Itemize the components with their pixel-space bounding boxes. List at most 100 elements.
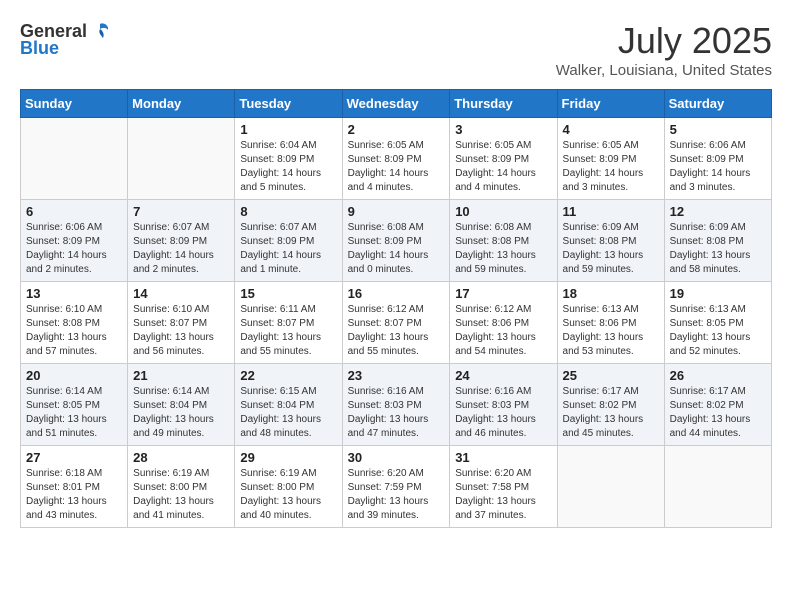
calendar-cell: 14 Sunrise: 6:10 AM Sunset: 8:07 PM Dayli… [128,282,235,364]
title-block: July 2025 Walker, Louisiana, United Stat… [556,20,772,79]
calendar-cell: 30Sunrise: 6:20 AM Sunset: 7:59 PM Dayli… [342,446,450,528]
cell-info: Sunrise: 6:08 AM Sunset: 8:08 PM Dayligh… [455,221,551,277]
cell-info: Sunrise: 6:12 AM Sunset: 8:06 PM Dayligh… [455,303,551,359]
cell-info: Sunrise: 6:05 AM Sunset: 8:09 PM Dayligh… [563,139,659,195]
cell-info: Sunrise: 6:16 AM Sunset: 8:03 PM Dayligh… [348,385,445,441]
cell-info: Sunrise: 6:07 AM Sunset: 8:09 PM Dayligh… [240,221,336,277]
cell-info: Sunrise: 6:06 AM Sunset: 8:09 PM Dayligh… [26,221,122,277]
calendar-week-row: 6 Sunrise: 6:06 AM Sunset: 8:09 PM Daylig… [21,200,772,282]
cell-info: Sunrise: 6:08 AM Sunset: 8:09 PM Dayligh… [348,221,445,277]
calendar-cell: 15Sunrise: 6:11 AM Sunset: 8:07 PM Dayli… [235,282,342,364]
calendar-cell: 6 Sunrise: 6:06 AM Sunset: 8:09 PM Daylig… [21,200,128,282]
day-number: 1 [240,122,336,137]
day-number: 14 [133,286,229,301]
day-number: 2 [348,122,445,137]
day-number: 11 [563,204,659,219]
cell-info: Sunrise: 6:10 AM Sunset: 8:07 PM Dayligh… [133,303,229,359]
calendar-header-row: SundayMondayTuesdayWednesdayThursdayFrid… [21,90,772,118]
cell-info: Sunrise: 6:17 AM Sunset: 8:02 PM Dayligh… [670,385,766,441]
calendar-cell: 7 Sunrise: 6:07 AM Sunset: 8:09 PM Daylig… [128,200,235,282]
day-number: 18 [563,286,659,301]
cell-info: Sunrise: 6:05 AM Sunset: 8:09 PM Dayligh… [455,139,551,195]
cell-info: Sunrise: 6:19 AM Sunset: 8:00 PM Dayligh… [133,467,229,523]
location: Walker, Louisiana, United States [556,62,772,79]
calendar-cell [128,118,235,200]
calendar-cell: 31 Sunrise: 6:20 AM Sunset: 7:58 PM Dayli… [450,446,557,528]
cell-info: Sunrise: 6:12 AM Sunset: 8:07 PM Dayligh… [348,303,445,359]
day-number: 29 [240,450,336,465]
page-header: General Blue July 2025 Walker, Louisiana… [20,20,772,79]
cell-info: Sunrise: 6:11 AM Sunset: 8:07 PM Dayligh… [240,303,336,359]
cell-info: Sunrise: 6:15 AM Sunset: 8:04 PM Dayligh… [240,385,336,441]
cell-info: Sunrise: 6:10 AM Sunset: 8:08 PM Dayligh… [26,303,122,359]
calendar-cell: 22Sunrise: 6:15 AM Sunset: 8:04 PM Dayli… [235,364,342,446]
cell-info: Sunrise: 6:17 AM Sunset: 8:02 PM Dayligh… [563,385,659,441]
weekday-header: Thursday [450,90,557,118]
weekday-header: Saturday [664,90,771,118]
logo-blue: Blue [20,38,59,59]
calendar-cell: 12 Sunrise: 6:09 AM Sunset: 8:08 PM Dayli… [664,200,771,282]
calendar-week-row: 20 Sunrise: 6:14 AM Sunset: 8:05 PM Dayli… [21,364,772,446]
calendar-cell: 25 Sunrise: 6:17 AM Sunset: 8:02 PM Dayli… [557,364,664,446]
day-number: 5 [670,122,766,137]
logo: General Blue [20,20,111,59]
day-number: 8 [240,204,336,219]
calendar-cell: 13 Sunrise: 6:10 AM Sunset: 8:08 PM Dayli… [21,282,128,364]
day-number: 7 [133,204,229,219]
day-number: 19 [670,286,766,301]
calendar-week-row: 1Sunrise: 6:04 AM Sunset: 8:09 PM Daylig… [21,118,772,200]
month-title: July 2025 [556,20,772,62]
cell-info: Sunrise: 6:20 AM Sunset: 7:58 PM Dayligh… [455,467,551,523]
calendar-cell: 21 Sunrise: 6:14 AM Sunset: 8:04 PM Dayli… [128,364,235,446]
calendar-cell: 5 Sunrise: 6:06 AM Sunset: 8:09 PM Daylig… [664,118,771,200]
day-number: 4 [563,122,659,137]
day-number: 21 [133,368,229,383]
day-number: 16 [348,286,445,301]
day-number: 24 [455,368,551,383]
cell-info: Sunrise: 6:06 AM Sunset: 8:09 PM Dayligh… [670,139,766,195]
day-number: 30 [348,450,445,465]
calendar-cell: 16 Sunrise: 6:12 AM Sunset: 8:07 PM Dayli… [342,282,450,364]
cell-info: Sunrise: 6:09 AM Sunset: 8:08 PM Dayligh… [670,221,766,277]
calendar-cell: 27Sunrise: 6:18 AM Sunset: 8:01 PM Dayli… [21,446,128,528]
calendar-cell: 28Sunrise: 6:19 AM Sunset: 8:00 PM Dayli… [128,446,235,528]
day-number: 10 [455,204,551,219]
cell-info: Sunrise: 6:14 AM Sunset: 8:04 PM Dayligh… [133,385,229,441]
day-number: 27 [26,450,122,465]
day-number: 17 [455,286,551,301]
day-number: 20 [26,368,122,383]
calendar-cell: 18Sunrise: 6:13 AM Sunset: 8:06 PM Dayli… [557,282,664,364]
cell-info: Sunrise: 6:16 AM Sunset: 8:03 PM Dayligh… [455,385,551,441]
calendar-cell: 10 Sunrise: 6:08 AM Sunset: 8:08 PM Dayli… [450,200,557,282]
calendar-cell: 11 Sunrise: 6:09 AM Sunset: 8:08 PM Dayli… [557,200,664,282]
weekday-header: Monday [128,90,235,118]
weekday-header: Sunday [21,90,128,118]
day-number: 31 [455,450,551,465]
calendar-cell: 26Sunrise: 6:17 AM Sunset: 8:02 PM Dayli… [664,364,771,446]
calendar-cell: 1Sunrise: 6:04 AM Sunset: 8:09 PM Daylig… [235,118,342,200]
day-number: 6 [26,204,122,219]
day-number: 12 [670,204,766,219]
calendar-week-row: 13 Sunrise: 6:10 AM Sunset: 8:08 PM Dayli… [21,282,772,364]
cell-info: Sunrise: 6:19 AM Sunset: 8:00 PM Dayligh… [240,467,336,523]
calendar-cell: 8 Sunrise: 6:07 AM Sunset: 8:09 PM Daylig… [235,200,342,282]
calendar-cell: 23 Sunrise: 6:16 AM Sunset: 8:03 PM Dayli… [342,364,450,446]
cell-info: Sunrise: 6:05 AM Sunset: 8:09 PM Dayligh… [348,139,445,195]
calendar-cell: 2 Sunrise: 6:05 AM Sunset: 8:09 PM Daylig… [342,118,450,200]
calendar-cell: 9Sunrise: 6:08 AM Sunset: 8:09 PM Daylig… [342,200,450,282]
calendar-cell: 29 Sunrise: 6:19 AM Sunset: 8:00 PM Dayli… [235,446,342,528]
day-number: 13 [26,286,122,301]
cell-info: Sunrise: 6:09 AM Sunset: 8:08 PM Dayligh… [563,221,659,277]
cell-info: Sunrise: 6:13 AM Sunset: 8:05 PM Dayligh… [670,303,766,359]
weekday-header: Tuesday [235,90,342,118]
cell-info: Sunrise: 6:14 AM Sunset: 8:05 PM Dayligh… [26,385,122,441]
weekday-header: Wednesday [342,90,450,118]
day-number: 23 [348,368,445,383]
calendar-cell: 17 Sunrise: 6:12 AM Sunset: 8:06 PM Dayli… [450,282,557,364]
calendar-cell: 3Sunrise: 6:05 AM Sunset: 8:09 PM Daylig… [450,118,557,200]
cell-info: Sunrise: 6:07 AM Sunset: 8:09 PM Dayligh… [133,221,229,277]
calendar-cell: 4 Sunrise: 6:05 AM Sunset: 8:09 PM Daylig… [557,118,664,200]
calendar-cell [21,118,128,200]
calendar-table: SundayMondayTuesdayWednesdayThursdayFrid… [20,89,772,528]
day-number: 25 [563,368,659,383]
